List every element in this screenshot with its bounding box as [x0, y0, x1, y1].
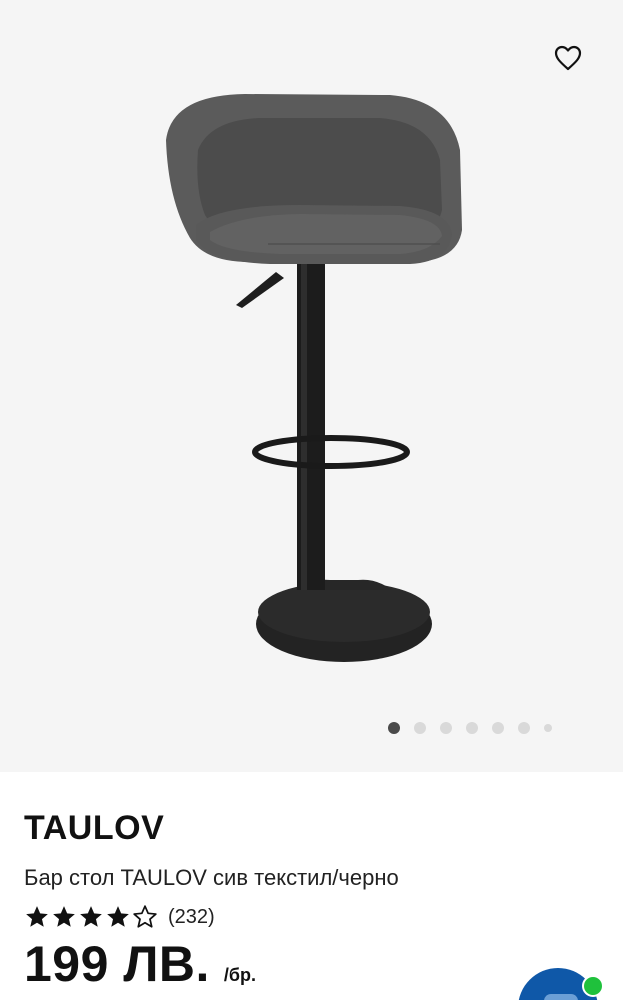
price-unit: /бр.	[223, 965, 257, 985]
heart-outline-icon	[554, 45, 582, 71]
star-filled-icon	[107, 906, 129, 927]
gallery-dot[interactable]	[544, 724, 552, 732]
price-row: 199 ЛВ. /бр.	[24, 936, 604, 992]
star-outline-icon	[133, 905, 157, 928]
gallery-dot[interactable]	[518, 722, 530, 734]
product-image	[166, 94, 462, 662]
star-filled-icon	[53, 906, 75, 927]
gallery-pagination	[388, 720, 552, 736]
product-brand: TAULOV	[24, 809, 165, 847]
star-filled-icon	[26, 906, 48, 927]
gallery-dot[interactable]	[466, 722, 478, 734]
chat-icon	[544, 994, 578, 1000]
rating-count: (232)	[168, 905, 215, 928]
product-description: Бар стол TAULOV сив текстил/черно	[24, 865, 399, 890]
favorite-button[interactable]	[550, 40, 586, 76]
product-page: TAULOV Бар стол TAULOV сив текстил/черно…	[0, 0, 623, 1000]
product-price: 199 ЛВ.	[24, 936, 210, 992]
product-rating[interactable]: (232)	[24, 904, 604, 930]
star-filled-icon	[80, 906, 102, 927]
product-info: TAULOV Бар стол TAULOV сив текстил/черно…	[24, 808, 604, 992]
gallery-dot[interactable]	[440, 722, 452, 734]
gallery-dot[interactable]	[414, 722, 426, 734]
gallery-dot[interactable]	[388, 722, 400, 734]
rating-stars	[24, 904, 158, 930]
online-status-indicator	[582, 975, 604, 997]
gallery-dot[interactable]	[492, 722, 504, 734]
product-gallery[interactable]	[0, 0, 623, 772]
